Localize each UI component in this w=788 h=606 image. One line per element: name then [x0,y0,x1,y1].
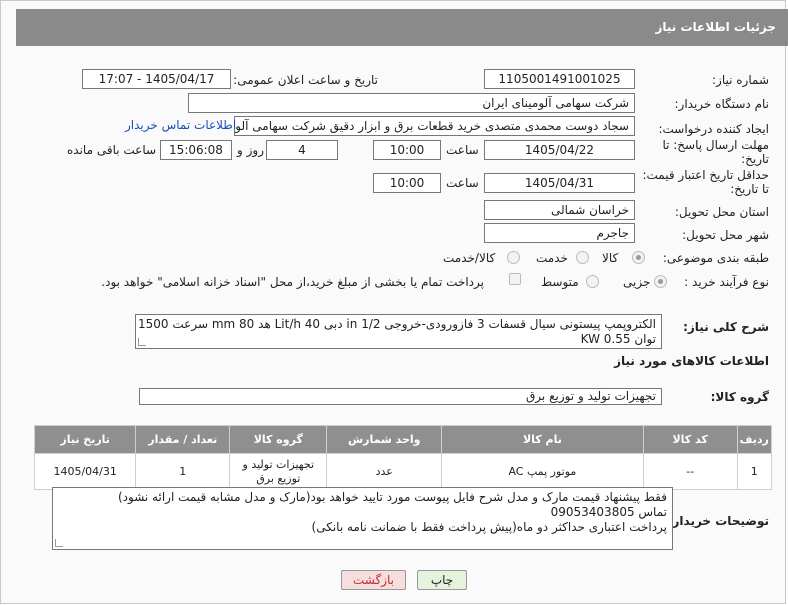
remaining-time-field[interactable]: 15:06:08 [160,140,232,160]
buyer-notes-textarea[interactable]: فقط پیشنهاد قیمت مارک و مدل شرح فایل پیو… [52,487,673,550]
col-group: گروه کالا [229,425,328,454]
buyer-org-field[interactable]: شرکت سهامی آلومینای ایران [188,93,635,113]
process-medium-radio[interactable] [586,275,599,288]
goods-table-header: ردیف کد کالا نام کالا واحد شمارش گروه کا… [33,425,773,454]
validity-label: حداقل تاریخ اعتبار قیمت: تا تاریخ: [642,168,769,196]
description-textarea[interactable]: الکتروپمپ پیستونی سیال قسفات 3 فازورودی-… [135,314,662,349]
days-field[interactable]: 4 [266,140,338,160]
category-service-label: خدمت [536,251,568,265]
category-goods-service-label: کالا/خدمت [443,251,496,265]
description-line-2: توان 0.55 KW [580,332,656,346]
goods-info-title: اطلاعات کالاهای مورد نیاز [614,354,769,368]
remaining-label: ساعت باقی مانده [67,143,157,157]
category-goods-label: کالا [602,251,619,265]
process-partial-label: جزیی [623,275,651,289]
goods-group-label: گروه کالا: [710,390,769,404]
cell-unit: عدد [326,453,443,490]
announce-datetime-label: تاریخ و ساعت اعلان عمومی: [233,73,378,87]
cell-group: تجهیزات تولید و توزیع برق [229,453,328,490]
process-medium-label: متوسط [541,275,579,289]
deadline-time-field[interactable]: 10:00 [373,140,441,160]
category-goods-service-radio[interactable] [507,251,520,264]
cell-row: 1 [736,453,773,490]
process-label: نوع فرآیند خرید : [684,275,769,289]
buyer-notes-line-1: فقط پیشنهاد قیمت مارک و مدل شرح فایل پیو… [117,490,667,504]
buyer-notes-line-3: پرداخت اعتباری حداکثر دو ماه(پیش پرداخت … [311,520,667,534]
category-goods-radio[interactable] [632,251,645,264]
cell-name: موتور پمپ AC [441,453,644,490]
col-code: کد کالا [642,425,738,454]
buyer-notes-label: توضیحات خریدار: [667,514,769,528]
need-number-label: شماره نیاز: [712,73,769,87]
deadline-date-field[interactable]: 1405/04/22 [484,140,635,160]
resize-handle[interactable] [138,338,146,346]
deadline-time-label: ساعت [446,143,479,157]
col-row: ردیف [736,425,773,454]
cell-code: -- [642,453,738,490]
cell-need-date: 1405/04/31 [33,453,137,490]
city-field[interactable]: جاجرم [484,223,635,243]
process-partial-radio[interactable] [654,275,667,288]
cell-quantity: 1 [135,453,231,490]
page-title: جزئیات اطلاعات نیاز [16,9,788,46]
goods-table: ردیف کد کالا نام کالا واحد شمارش گروه کا… [33,425,773,490]
treasury-payment-note: پرداخت تمام یا بخشی از مبلغ خرید،از محل … [101,275,484,289]
validity-time-label: ساعت [446,176,479,190]
buyer-notes-line-2: تماس 09053403805 [550,505,667,519]
description-label: شرح کلی نیاز: [683,320,769,334]
validity-time-field[interactable]: 10:00 [373,173,441,193]
back-button[interactable]: بازگشت [341,570,406,590]
resize-handle[interactable] [55,539,63,547]
creator-field[interactable]: سجاد دوست محمدی متصدی خرید قطعات برق و ا… [234,116,635,136]
need-number-field[interactable]: 1105001491001025 [484,69,635,89]
province-label: استان محل تحویل: [674,205,769,219]
print-button[interactable]: چاپ [417,570,467,590]
days-label: روز و [237,143,264,157]
need-details-panel: جزئیات اطلاعات نیاز شماره نیاز: 11050014… [0,0,788,604]
table-row[interactable]: 1 -- موتور پمپ AC عدد تجهیزات تولید و تو… [33,453,773,490]
category-service-radio[interactable] [576,251,589,264]
buyer-contact-link[interactable]: اطلاعات تماس خریدار [125,118,236,132]
validity-date-field[interactable]: 1405/04/31 [484,173,635,193]
description-line-1: الکتروپمپ پیستونی سیال قسفات 3 فازورودی-… [136,317,656,331]
treasury-payment-checkbox[interactable] [509,273,521,285]
col-need-date: تاریخ نیاز [33,425,137,454]
col-unit: واحد شمارش [326,425,443,454]
province-field[interactable]: خراسان شمالی [484,200,635,220]
col-name: نام کالا [441,425,644,454]
goods-group-field[interactable]: تجهیزات تولید و توزیع برق [139,388,662,405]
buyer-org-label: نام دستگاه خریدار: [674,97,770,111]
creator-label: ایجاد کننده درخواست: [658,122,769,136]
city-label: شهر محل تحویل: [682,228,769,242]
category-label: طبقه بندی موضوعی: [662,251,769,265]
deadline-label: مهلت ارسال پاسخ: تا تاریخ: [662,138,769,166]
announce-datetime-field[interactable]: 1405/04/17 - 17:07 [82,69,231,89]
col-quantity: تعداد / مقدار [135,425,231,454]
